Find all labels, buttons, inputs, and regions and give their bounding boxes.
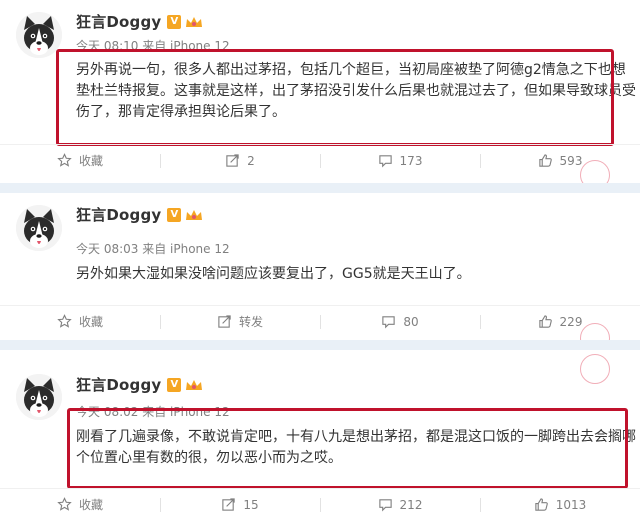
like-button[interactable]: 1013 [480,489,640,515]
post-header: 狂言Doggy V [76,11,204,32]
verified-badge-icon: V [167,377,182,392]
like-count: 593 [559,153,583,168]
comment-icon [382,316,396,329]
avatar[interactable] [16,374,62,420]
thumbs-up-icon [538,315,552,328]
favorite-label: 收藏 [78,154,103,168]
repost-icon [218,315,231,328]
highlight-box [56,49,614,146]
comment-count: 80 [403,314,419,329]
post-header: 狂言Doggy V [76,374,204,395]
comment-count: 173 [399,153,423,168]
post-actions: 收藏 15 212 1013 [0,488,640,515]
star-icon [57,153,72,167]
verified-badge-icon: V [167,14,182,29]
avatar[interactable] [16,205,62,251]
comment-button[interactable]: 173 [320,145,480,176]
repost-icon [222,498,236,511]
member-crown-icon [184,15,204,29]
repost-count: 2 [247,153,255,168]
repost-icon [226,154,239,167]
weibo-post-card: 狂言Doggy V 今天 08:10 来自 iPhone 12 另外再说一句，很… [0,0,640,183]
weibo-post-card: 狂言Doggy V 今天 08:03 来自 iPhone 12 另外如果大湿如果… [0,193,640,340]
member-crown-icon [184,378,204,392]
post-text: 另外如果大湿如果没啥问题应该要复出了，GG5就是天王山了。 [76,266,471,282]
post-actions: 收藏 转发 80 229 [0,305,640,337]
like-count: 1013 [555,497,587,512]
repost-button[interactable]: 2 [160,145,320,176]
comment-icon [378,155,392,168]
thumbs-up-icon [538,154,552,167]
username[interactable]: 狂言Doggy [76,204,161,225]
member-crown-icon [184,208,204,222]
repost-button[interactable]: 转发 [160,306,320,337]
star-icon [57,497,72,511]
highlight-box [67,408,628,489]
husky-avatar-icon [16,374,62,420]
star-icon [57,314,72,328]
favorite-button[interactable]: 收藏 [0,489,160,515]
comment-button[interactable]: 80 [320,306,480,337]
post-meta: 今天 08:03 来自 iPhone 12 [76,242,230,256]
weibo-post-card: 狂言Doggy V 今天 08:02 来自 iPhone 12 刚看了几遍录像，… [0,350,640,515]
like-button[interactable]: 593 [480,145,640,176]
repost-count: 15 [243,497,259,512]
favorite-label: 收藏 [78,315,103,329]
repost-label: 转发 [238,315,263,329]
favorite-button[interactable]: 收藏 [0,306,160,337]
thumbs-up-icon [535,498,548,511]
watermark-stamp-icon [580,354,610,384]
username[interactable]: 狂言Doggy [76,374,161,395]
comment-button[interactable]: 212 [320,489,480,515]
like-button[interactable]: 229 [480,306,640,337]
comment-icon [378,499,392,512]
username[interactable]: 狂言Doggy [76,11,161,32]
comment-count: 212 [399,497,423,512]
post-header: 狂言Doggy V [76,204,204,225]
post-actions: 收藏 2 173 593 [0,144,640,176]
favorite-label: 收藏 [78,498,103,512]
verified-badge-icon: V [167,207,182,222]
repost-button[interactable]: 15 [160,489,320,515]
favorite-button[interactable]: 收藏 [0,145,160,176]
husky-avatar-icon [16,205,62,251]
like-count: 229 [559,314,583,329]
